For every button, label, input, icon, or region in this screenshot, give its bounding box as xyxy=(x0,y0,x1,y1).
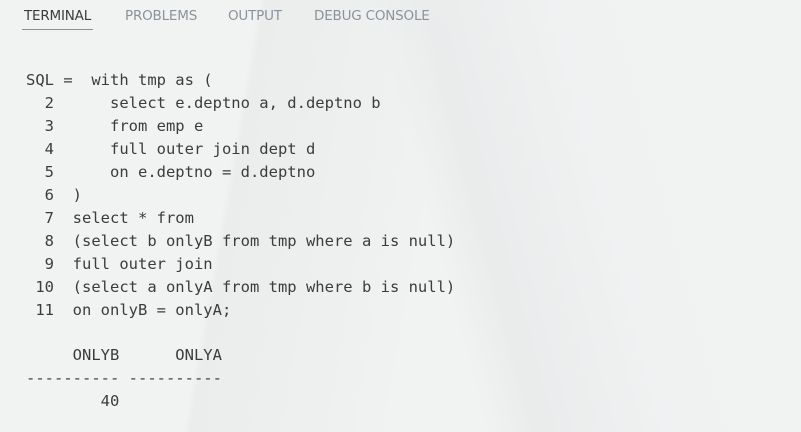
sql-line: 9 full outer join xyxy=(26,255,213,273)
panel-tab-bar: TERMINAL PROBLEMS OUTPUT DEBUG CONSOLE xyxy=(0,0,801,32)
sql-line: 11 on onlyB = onlyA; xyxy=(26,301,232,319)
sql-line: 4 full outer join dept d xyxy=(26,140,316,158)
sql-line: 8 (select b onlyB from tmp where a is nu… xyxy=(26,232,456,250)
sql-line: SQL = with tmp as ( xyxy=(26,71,213,89)
sql-line: 7 select * from xyxy=(26,209,194,227)
sql-line: 3 from emp e xyxy=(26,117,204,135)
sql-line: 6 ) xyxy=(26,186,82,204)
terminal-output[interactable]: SQL = with tmp as ( 2 select e.deptno a,… xyxy=(26,69,455,413)
sql-line: 10 (select a onlyA from tmp where b is n… xyxy=(26,278,456,296)
tab-debug-console[interactable]: DEBUG CONSOLE xyxy=(314,0,430,30)
result-row: 40 xyxy=(26,392,120,410)
result-separator: ---------- ---------- xyxy=(26,369,222,387)
sql-line: 5 on e.deptno = d.deptno xyxy=(26,163,316,181)
tab-output[interactable]: OUTPUT xyxy=(228,0,282,30)
sql-line: 2 select e.deptno a, d.deptno b xyxy=(26,94,381,112)
result-header: ONLYB ONLYA xyxy=(26,346,222,364)
tab-problems[interactable]: PROBLEMS xyxy=(125,0,197,30)
tab-terminal[interactable]: TERMINAL xyxy=(21,0,94,30)
